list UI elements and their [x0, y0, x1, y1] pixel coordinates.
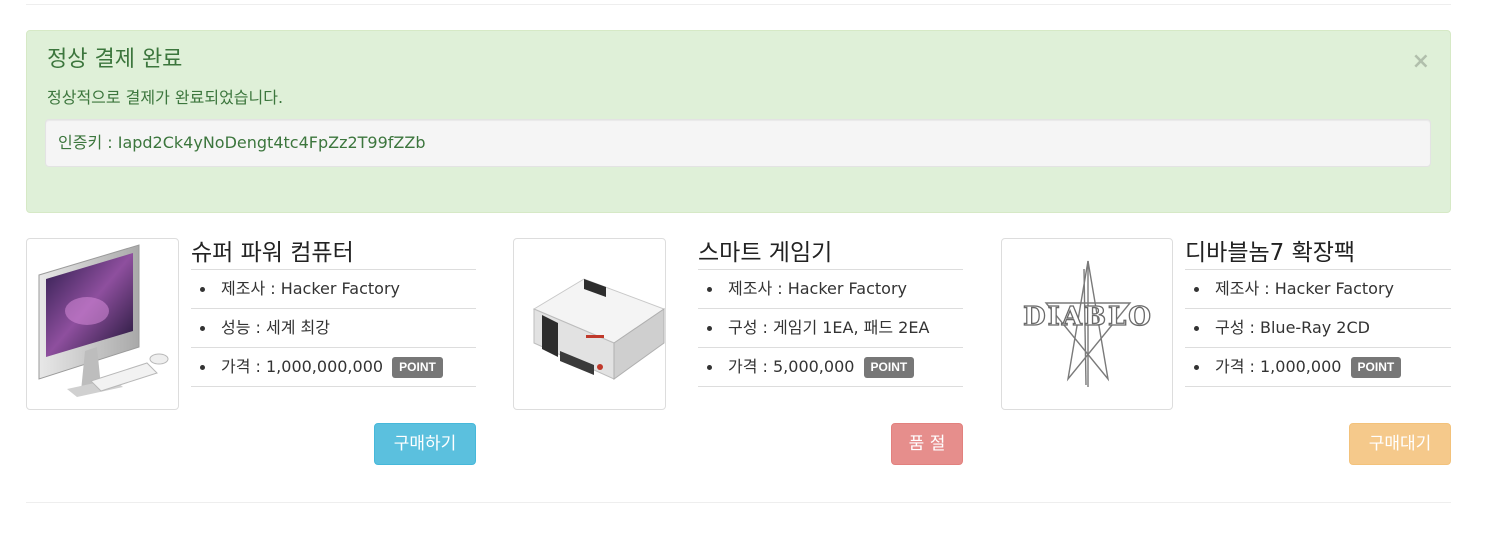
product-title: 디바블놈7 확장팩	[1185, 240, 1356, 266]
point-badge: POINT	[863, 357, 915, 378]
imac-computer-icon	[26, 238, 179, 410]
product-spec-list: 제조사 : Hacker Factory 성능 : 세계 최강 가격 : 1,0…	[191, 269, 476, 387]
price-text: 가격 : 1,000,000	[1215, 357, 1342, 376]
product-spec-list: 제조사 : Hacker Factory 구성 : 게임기 1EA, 패드 2E…	[698, 269, 963, 387]
spec-performance: 성능 : 세계 최강	[191, 309, 476, 348]
spec-composition: 구성 : Blue-Ray 2CD	[1185, 309, 1451, 348]
alert-message: 정상적으로 결제가 완료되었습니다.	[47, 88, 284, 107]
diablo-logo-icon: DIABLO	[1001, 238, 1173, 410]
auth-key-box: 인증키 : Iapd2Ck4yNoDengt4tc4FpZz2T99fZZb	[45, 119, 1431, 167]
price-text: 가격 : 1,000,000,000	[221, 357, 384, 376]
point-badge: POINT	[1350, 357, 1402, 378]
spec-manufacturer: 제조사 : Hacker Factory	[698, 270, 963, 309]
top-divider	[26, 4, 1451, 5]
product-title: 슈퍼 파워 컴퓨터	[191, 240, 354, 266]
spec-manufacturer: 제조사 : Hacker Factory	[191, 270, 476, 309]
svg-text:DIABLO: DIABLO	[1023, 302, 1153, 332]
game-console-icon	[513, 238, 666, 410]
spec-price: 가격 : 1,000,000 POINT	[1185, 348, 1451, 387]
bottom-divider	[26, 502, 1451, 503]
spec-price: 가격 : 1,000,000,000 POINT	[191, 348, 476, 387]
close-icon[interactable]: ×	[1412, 51, 1430, 73]
spec-price: 가격 : 5,000,000 POINT	[698, 348, 963, 387]
buy-button[interactable]: 구매하기	[374, 423, 476, 465]
product-title: 스마트 게임기	[698, 240, 833, 266]
price-text: 가격 : 5,000,000	[728, 357, 855, 376]
payment-success-alert: 정상 결제 완료 × 정상적으로 결제가 완료되었습니다. 인증키 : Iapd…	[26, 30, 1451, 213]
spec-composition: 구성 : 게임기 1EA, 패드 2EA	[698, 309, 963, 348]
product-spec-list: 제조사 : Hacker Factory 구성 : Blue-Ray 2CD 가…	[1185, 269, 1451, 387]
wait-purchase-button[interactable]: 구매대기	[1349, 423, 1451, 465]
sold-out-button[interactable]: 품 절	[891, 423, 963, 465]
alert-title: 정상 결제 완료	[47, 47, 183, 72]
spec-manufacturer: 제조사 : Hacker Factory	[1185, 270, 1451, 309]
point-badge: POINT	[392, 357, 443, 378]
